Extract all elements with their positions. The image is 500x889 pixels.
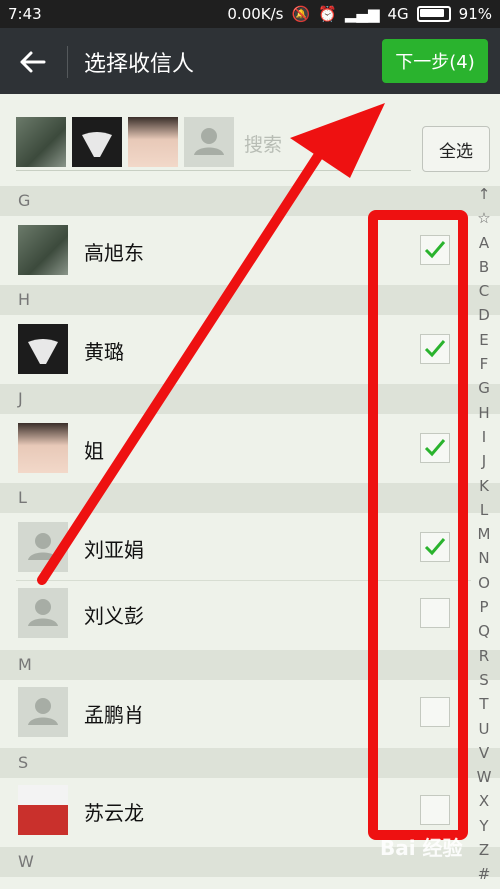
contact-checkbox[interactable] xyxy=(420,235,450,265)
avatar xyxy=(18,522,68,572)
network-type: 4G xyxy=(387,5,409,23)
index-letter[interactable]: ☆ xyxy=(473,206,495,230)
index-letter[interactable]: M xyxy=(473,522,495,546)
contact-name: 孟鹏肖 xyxy=(84,703,144,727)
selected-avatar[interactable] xyxy=(128,117,178,167)
signal-icon: ▂▄▆ xyxy=(344,5,380,23)
index-letter[interactable]: G xyxy=(473,376,495,400)
index-letter[interactable]: J xyxy=(473,449,495,473)
next-step-button[interactable]: 下一步(4) xyxy=(382,39,488,83)
watermark: Bai 经验 xyxy=(380,836,463,860)
contact-row[interactable]: 黄璐 xyxy=(0,315,500,383)
index-letter[interactable]: S xyxy=(473,668,495,692)
index-letter[interactable]: Z xyxy=(473,838,495,862)
contact-name: 高旭东 xyxy=(84,241,144,265)
alphabet-index-bar[interactable]: ↑ ☆ A B C D E F G H I J K L M N O P Q R S T U V W X Y Z # xyxy=(473,182,495,887)
app-bar-divider xyxy=(67,46,68,78)
index-letter[interactable]: T xyxy=(473,692,495,716)
app-bar: 选择收信人 下一步(4) xyxy=(0,28,500,94)
index-letter[interactable]: O xyxy=(473,571,495,595)
index-letter[interactable]: Y xyxy=(473,814,495,838)
section-header: G xyxy=(0,186,500,216)
index-letter[interactable]: A xyxy=(473,231,495,255)
section-header: M xyxy=(0,650,500,680)
index-letter[interactable]: W xyxy=(473,765,495,789)
contact-name: 黄璐 xyxy=(84,340,124,364)
mute-icon: 🔕 xyxy=(291,5,311,23)
avatar xyxy=(18,423,68,473)
index-letter[interactable]: K xyxy=(473,474,495,498)
index-letter[interactable]: H xyxy=(473,401,495,425)
avatar xyxy=(18,588,68,638)
index-letter[interactable]: P xyxy=(473,595,495,619)
selected-avatar[interactable] xyxy=(184,117,234,167)
index-letter[interactable]: R xyxy=(473,644,495,668)
index-letter[interactable]: I xyxy=(473,425,495,449)
index-letter[interactable]: E xyxy=(473,328,495,352)
contact-checkbox[interactable] xyxy=(420,433,450,463)
arrow-left-icon[interactable] xyxy=(16,45,50,79)
index-letter[interactable]: L xyxy=(473,498,495,522)
avatar xyxy=(18,225,68,275)
contact-row[interactable]: 高旭东 xyxy=(0,216,500,284)
contact-name: 姐 xyxy=(84,439,104,463)
contact-checkbox[interactable] xyxy=(420,334,450,364)
status-time: 7:43 xyxy=(8,5,42,23)
contact-row[interactable]: 刘义彭 xyxy=(0,581,500,649)
contact-row[interactable]: 刘亚娟 xyxy=(0,513,500,581)
contact-row[interactable]: 姐 xyxy=(0,414,500,482)
search-underline xyxy=(16,170,411,171)
index-letter[interactable]: # xyxy=(473,862,495,886)
selected-avatar[interactable] xyxy=(72,117,122,167)
network-speed: 0.00K/s xyxy=(227,5,284,23)
avatar xyxy=(18,687,68,737)
avatar xyxy=(18,324,68,374)
avatar xyxy=(18,785,68,835)
contact-checkbox[interactable] xyxy=(420,795,450,825)
battery-icon xyxy=(416,6,451,22)
index-letter[interactable]: D xyxy=(473,303,495,327)
index-letter[interactable]: V xyxy=(473,741,495,765)
contact-row[interactable]: 孟鹏肖 xyxy=(0,680,500,748)
index-letter[interactable]: F xyxy=(473,352,495,376)
index-letter[interactable]: B xyxy=(473,255,495,279)
index-letter[interactable]: U xyxy=(473,717,495,741)
page-title: 选择收信人 xyxy=(84,52,195,77)
section-header: L xyxy=(0,483,500,513)
contact-checkbox[interactable] xyxy=(420,598,450,628)
select-all-button[interactable]: 全选 xyxy=(422,126,490,172)
index-letter[interactable]: C xyxy=(473,279,495,303)
section-header: J xyxy=(0,384,500,414)
section-header: H xyxy=(0,285,500,315)
alarm-icon: ⏰ xyxy=(318,5,337,23)
contact-checkbox[interactable] xyxy=(420,697,450,727)
search-input[interactable]: 搜索 xyxy=(244,130,282,157)
contact-name: 刘亚娟 xyxy=(84,538,144,562)
section-header: S xyxy=(0,748,500,778)
contact-name: 苏云龙 xyxy=(84,801,144,825)
contact-name: 刘义彭 xyxy=(84,604,144,628)
battery-level: 91% xyxy=(458,5,492,23)
index-letter[interactable]: ↑ xyxy=(473,182,495,206)
selected-avatar[interactable] xyxy=(16,117,66,167)
status-bar: 7:43 0.00K/s 🔕 ⏰ ▂▄▆ 4G 91% xyxy=(0,0,500,28)
index-letter[interactable]: X xyxy=(473,789,495,813)
contact-checkbox[interactable] xyxy=(420,532,450,562)
index-letter[interactable]: N xyxy=(473,546,495,570)
index-letter[interactable]: Q xyxy=(473,619,495,643)
